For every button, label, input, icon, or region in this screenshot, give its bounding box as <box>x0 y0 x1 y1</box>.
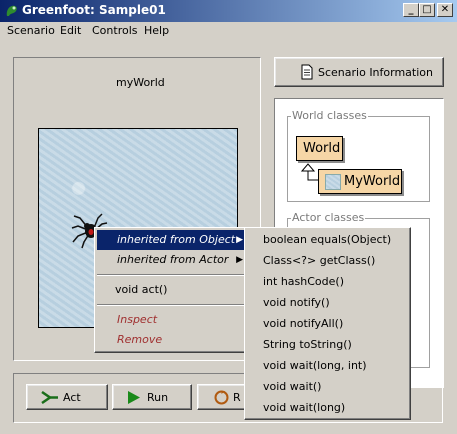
submenu-item[interactable]: void notify() <box>263 293 330 313</box>
run-button[interactable]: Run <box>112 384 192 410</box>
menu-separator <box>97 274 245 276</box>
inherited-methods-submenu: boolean equals(Object) Class<?> getClass… <box>244 227 411 420</box>
menu-item-inspect[interactable]: Inspect <box>97 310 247 330</box>
menu-item-label: inherited from Object <box>117 233 236 246</box>
window-title: Greenfoot: Sample01 <box>22 3 166 17</box>
inheritance-arrow-icon <box>300 163 318 181</box>
maximize-button[interactable]: □ <box>419 3 435 17</box>
menu-scenario[interactable]: Scenario <box>7 24 55 37</box>
world-class[interactable]: World <box>296 136 343 161</box>
myworld-class-label: MyWorld <box>344 174 401 189</box>
reset-button[interactable]: R <box>197 384 247 410</box>
minimize-button[interactable]: _ <box>403 3 419 17</box>
world-thumbnail-icon <box>325 174 341 190</box>
act-button[interactable]: Act <box>26 384 108 410</box>
submenu-item[interactable]: Class<?> getClass() <box>263 251 375 271</box>
run-label: Run <box>147 391 169 404</box>
world-class-label: World <box>303 141 341 156</box>
menu-edit[interactable]: Edit <box>60 24 81 37</box>
step-arrow-icon <box>41 391 58 404</box>
scenario-information-button[interactable]: Scenario Information <box>274 57 444 87</box>
submenu-item[interactable]: boolean equals(Object) <box>263 230 391 250</box>
menu-item-inherited-from-object[interactable]: inherited from Object ▶ <box>97 230 247 250</box>
menu-item-void-act[interactable]: void act() <box>97 280 247 300</box>
actor-classes-label: Actor classes <box>291 211 366 224</box>
submenu-arrow-icon: ▶ <box>236 235 243 245</box>
submenu-item[interactable]: String toString() <box>263 335 352 355</box>
submenu-item[interactable]: void notifyAll() <box>263 314 343 334</box>
close-button[interactable]: ✕ <box>437 3 453 17</box>
greenfoot-logo-icon <box>6 5 17 16</box>
menu-help[interactable]: Help <box>144 24 169 37</box>
actor-context-menu: inherited from Object ▶ inherited from A… <box>94 227 248 353</box>
act-label: Act <box>63 391 81 404</box>
menu-item-inherited-from-actor[interactable]: inherited from Actor ▶ <box>97 250 247 270</box>
submenu-item[interactable]: void wait(long) <box>263 398 345 418</box>
document-icon <box>301 64 313 80</box>
menu-item-label: void act() <box>115 283 168 296</box>
submenu-item[interactable]: void wait(long, int) <box>263 356 367 376</box>
menu-controls[interactable]: Controls <box>92 24 138 37</box>
play-icon <box>128 391 140 404</box>
world-title: myWorld <box>116 76 165 89</box>
submenu-item[interactable]: void wait() <box>263 377 321 397</box>
reset-icon <box>214 390 229 405</box>
menu-item-label: Remove <box>117 333 163 346</box>
menu-item-label: Inspect <box>117 313 158 326</box>
myworld-class[interactable]: MyWorld <box>318 169 402 194</box>
menu-item-remove[interactable]: Remove <box>97 330 247 350</box>
scenario-information-label: Scenario Information <box>318 66 433 79</box>
submenu-item[interactable]: int hashCode() <box>263 272 344 292</box>
reset-label: R <box>233 391 241 404</box>
menu-bar: Scenario Edit Controls Help <box>0 22 457 41</box>
submenu-arrow-icon: ▶ <box>236 255 243 265</box>
menu-separator <box>97 304 245 306</box>
menu-item-label: inherited from Actor <box>117 253 229 266</box>
title-bar[interactable]: Greenfoot: Sample01 _ □ ✕ <box>0 0 457 22</box>
world-classes-label: World classes <box>291 109 368 122</box>
